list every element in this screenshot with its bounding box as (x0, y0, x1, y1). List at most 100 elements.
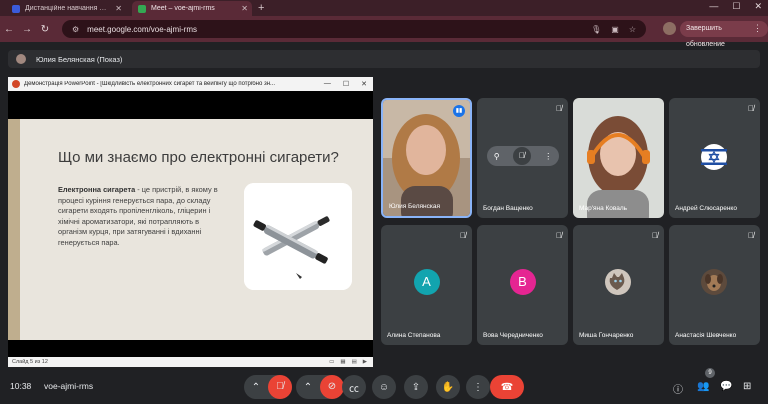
presenter-banner: Юлия Белянская (Показ) (8, 50, 760, 68)
slide-stage: Що ми знаємо про електронні сигарети? Ел… (8, 91, 373, 357)
url-bar[interactable]: ⚙ meet.google.com/voe-ajmi-rms 🎙 ▣ ☆ (62, 20, 646, 38)
participant-initial-avatar: B (509, 269, 536, 295)
camera-indicator-icon[interactable]: ▣ (611, 25, 619, 34)
e-cigarette-picture (244, 183, 352, 290)
participant-tile[interactable]: 🎙̸ A Алина Степанова (381, 225, 472, 345)
reactions-button[interactable]: ☺ (372, 375, 396, 399)
meet-favicon-icon (138, 4, 146, 13)
people-icon[interactable]: 👥 (697, 381, 709, 392)
pin-icon[interactable]: ⚲ (494, 152, 500, 161)
reading-view-icon: ▤ (351, 359, 357, 365)
minimize-icon[interactable]: — (709, 1, 718, 12)
more-options-icon: ⋮ (473, 381, 483, 393)
site-info-icon[interactable]: ⚙ (72, 25, 79, 34)
participant-tile[interactable]: 🎙̸ Анастасія Шевченко (669, 225, 760, 345)
hand-icon: ✋ (441, 381, 455, 393)
browser-menu-icon[interactable]: ⋮ (753, 23, 762, 34)
slide-counter: Слайд 5 из 12 (12, 359, 48, 365)
tab-meet[interactable]: Meet – voe-ajmi-rms ✕ (132, 1, 252, 16)
back-icon[interactable]: ← (0, 24, 18, 35)
meeting-controls-bar: 10:38 voe-ajmi-rms ⌃ 🎙̸ ⌃ ⊘ ㏄ ☺ ⇪ ✋ ⋮ ☎ … (0, 372, 768, 404)
slide-accent-bar (8, 119, 20, 340)
participant-tile[interactable]: 🎙̸ ⚲ 🎙̸ ⋮ Богдан Ващенко (477, 98, 568, 218)
slide-body: Електронна сигарета - це пристрій, в яко… (58, 185, 228, 248)
chevron-up-icon[interactable]: ⌃ (244, 382, 268, 393)
meeting-info-icon[interactable]: ⓘ (673, 381, 683, 396)
participant-tile[interactable]: ▮▮ Юлия Белянская (381, 98, 472, 218)
participant-tile[interactable]: 🎙̸ Миша Гончаренко (573, 225, 664, 345)
israel-flag-avatar (701, 144, 727, 170)
participant-name: Алина Степанова (387, 332, 441, 339)
participant-initial-avatar: A (413, 269, 440, 295)
cat-avatar (605, 269, 631, 295)
dog-avatar (701, 269, 727, 295)
mic-indicator-icon[interactable]: 🎙 (591, 25, 601, 34)
participant-video (573, 98, 664, 218)
maximize-icon: ☐ (342, 81, 350, 88)
activities-icon[interactable]: ⊞ (743, 381, 751, 392)
tab-distance-learning[interactable]: Дистанційне навчання в ВСП ✕ (6, 1, 126, 16)
mute-participant-icon[interactable]: 🎙̸ (512, 147, 531, 165)
close-icon[interactable]: ✕ (241, 4, 248, 13)
present-button[interactable]: ⇪ (404, 375, 428, 399)
ppt-window-title: Демонстрація PowerPoint - [Шкідливість е… (24, 81, 276, 87)
leave-call-button[interactable]: ☎ (490, 375, 524, 399)
participant-name: Юлия Белянская (389, 203, 440, 210)
participant-name: Богдан Ващенко (483, 205, 533, 212)
new-tab-icon[interactable]: + (258, 1, 264, 16)
mic-off-icon: 🎙̸ (652, 231, 658, 240)
mic-off-icon: 🎙̸ (748, 104, 754, 113)
tab-label: Meet – voe-ajmi-rms (151, 5, 215, 12)
maximize-icon[interactable]: ☐ (732, 1, 740, 12)
more-options-button[interactable]: ⋮ (466, 375, 490, 399)
participant-tile[interactable]: 🎙̸ B Вова Чередниченко (477, 225, 568, 345)
tile-hover-controls: ⚲ 🎙̸ ⋮ (487, 146, 559, 166)
close-icon[interactable]: ✕ (115, 4, 122, 13)
browser-tabbar: Дистанційне навчання в ВСП ✕ Meet – voe-… (0, 0, 768, 16)
close-window-icon[interactable]: ✕ (754, 1, 762, 12)
presenter-avatar (16, 54, 26, 64)
slideshow-icon: ▶ (362, 359, 367, 365)
close-icon: ✕ (361, 81, 367, 88)
participant-name: Вова Чередниченко (483, 332, 543, 339)
captions-icon: ㏄ (349, 383, 359, 395)
clock: 10:38 (10, 381, 32, 391)
participant-tile[interactable]: Мар'яна Коваль (573, 98, 664, 218)
mic-off-icon[interactable]: 🎙̸ (268, 375, 292, 399)
present-screen-icon: ⇪ (411, 381, 421, 393)
mic-control: ⌃ 🎙̸ (244, 375, 292, 399)
chat-icon[interactable]: 💬 (720, 381, 732, 392)
reload-icon[interactable]: ↻ (36, 24, 54, 35)
normal-view-icon: ▭ (329, 359, 335, 365)
bookmark-star-icon[interactable]: ☆ (629, 25, 636, 34)
camera-off-icon[interactable]: ⊘ (320, 375, 344, 399)
profile-avatar[interactable] (663, 22, 676, 35)
ppt-statusbar: Слайд 5 из 12 ▭ ▦ ▤ ▶ (8, 357, 373, 367)
participant-tile[interactable]: 🎙̸ Андрей Слюсаренко (669, 98, 760, 218)
participant-name: Анастасія Шевченко (675, 332, 737, 339)
sorter-view-icon: ▦ (340, 359, 346, 365)
camera-control: ⌃ ⊘ (296, 375, 344, 399)
powerpoint-icon (12, 80, 20, 88)
shared-powerpoint-window: Демонстрація PowerPoint - [Шкідливість е… (8, 77, 373, 367)
chevron-up-icon[interactable]: ⌃ (296, 382, 320, 393)
address-toolbar: ← → ↻ ⚙ meet.google.com/voe-ajmi-rms 🎙 ▣… (0, 16, 768, 48)
more-options-icon[interactable]: ⋮ (544, 152, 552, 161)
presenter-name: Юлия Белянская (Показ) (36, 54, 123, 64)
mic-off-icon: 🎙̸ (460, 231, 466, 240)
slide-title: Що ми знаємо про електронні сигарети? (58, 149, 339, 166)
forward-icon[interactable]: → (18, 24, 36, 35)
tab-label: Дистанційне навчання в ВСП (25, 5, 107, 12)
slide-body-text: - це пристрій, в якому в процесі куріння… (58, 185, 218, 247)
captions-button[interactable]: ㏄ (342, 375, 366, 399)
mic-off-icon: 🎙̸ (748, 231, 754, 240)
raise-hand-button[interactable]: ✋ (436, 375, 460, 399)
slide: Що ми знаємо про електронні сигарети? Ел… (8, 119, 373, 340)
participant-name: Миша Гончаренко (579, 332, 634, 339)
participant-name: Андрей Слюсаренко (675, 205, 737, 212)
hang-up-icon: ☎ (500, 381, 514, 393)
slide-body-term: Електронна сигарета (58, 185, 136, 194)
mic-off-icon: 🎙̸ (556, 231, 562, 240)
speaking-indicator-icon: ▮▮ (453, 105, 465, 117)
site-favicon-icon (12, 4, 20, 13)
